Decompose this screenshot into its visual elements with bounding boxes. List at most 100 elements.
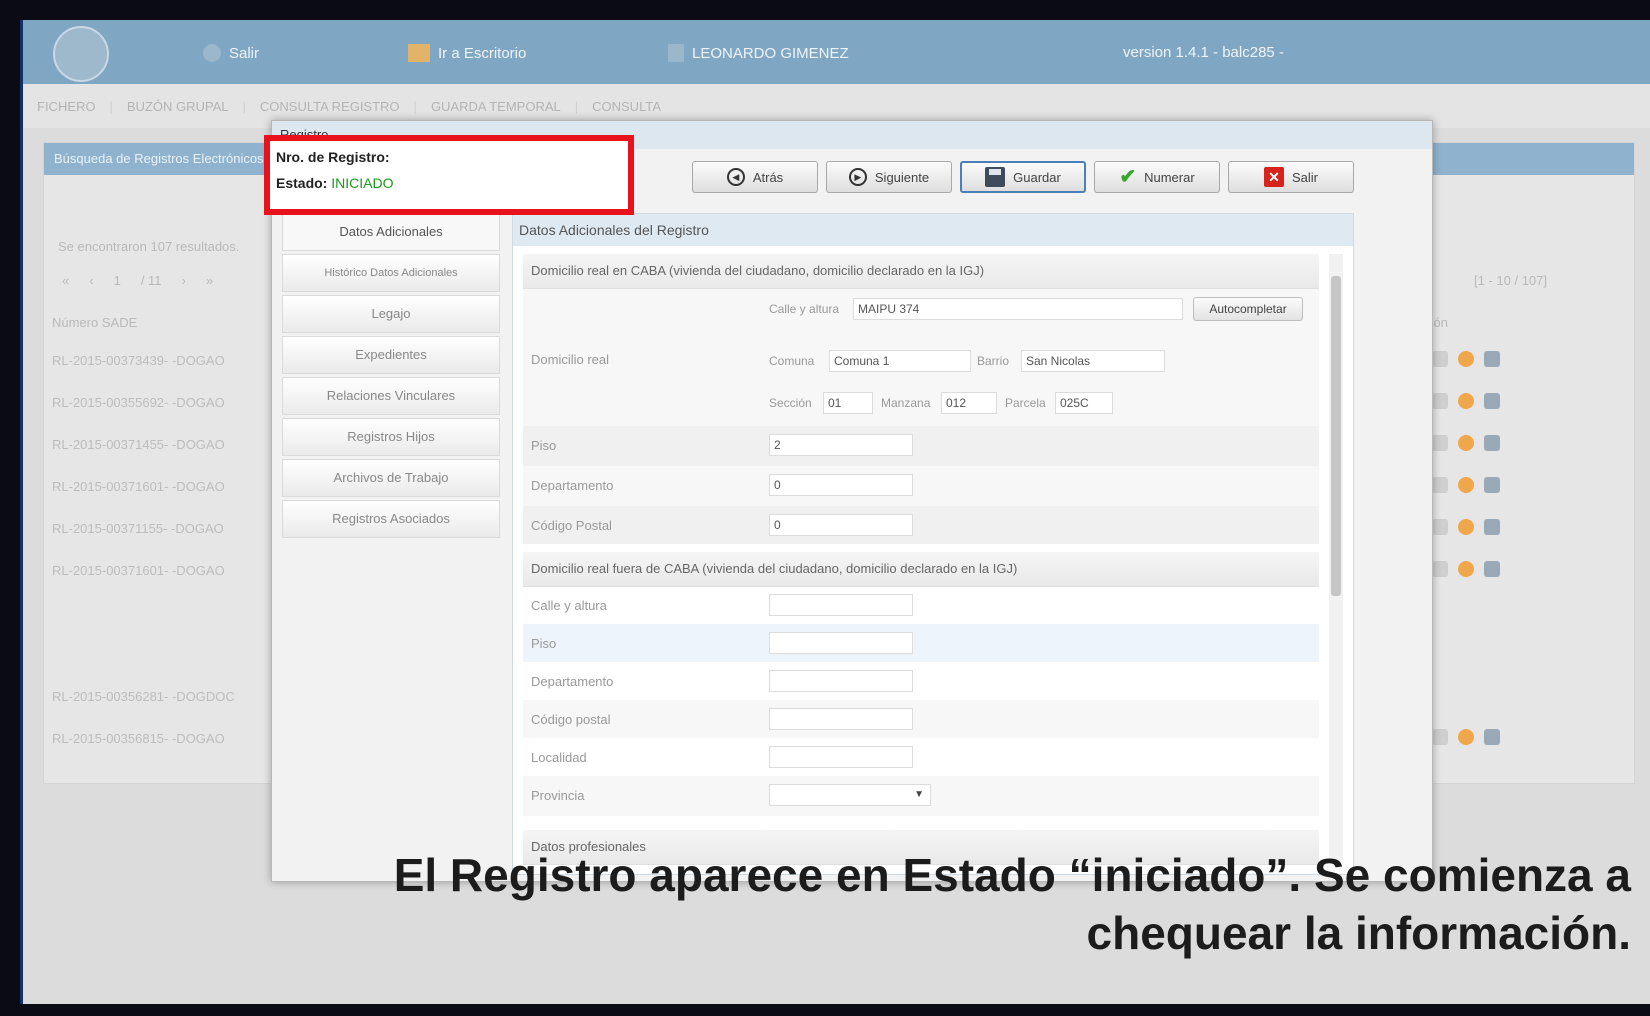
table-row[interactable]: RL-2015-00373439- -DOGAO [52,353,225,368]
caption-line-1: El Registro aparece en Estado “iniciado”… [393,849,1631,901]
link-icon[interactable] [1432,729,1448,745]
section-domicilio-caba: Domicilio real en CABA (vivienda del ciu… [523,254,1319,544]
link-icon[interactable] [1432,435,1448,451]
circle-icon[interactable] [1458,561,1474,577]
pager-next[interactable]: › [182,273,186,288]
menu-consulta[interactable]: CONSULTA [592,99,661,114]
provincia-row: Provincia ▼ [523,776,1319,816]
power-icon [203,44,221,62]
table-row[interactable]: RL-2015-00356281- -DOGDOC [52,689,235,704]
pager-last[interactable]: » [206,273,213,288]
pager-first[interactable]: « [62,273,69,288]
table-row[interactable]: RL-2015-00371601- -DOGAO [52,479,225,494]
scrollbar-thumb[interactable] [1331,276,1341,596]
piso-input[interactable]: 2 [769,434,913,456]
dialog-sidebar: Datos Adicionales Histórico Datos Adicio… [282,213,500,541]
codigo-postal-row: Código Postal 0 [523,506,1319,544]
siguiente-button[interactable]: ▶ Siguiente [826,161,952,193]
sign-icon[interactable] [1484,393,1500,409]
barrio-input[interactable]: San Nicolas [1021,350,1165,372]
results-range: [1 - 10 / 107] [1474,273,1547,288]
user-name: LEONARDO GIMENEZ [692,44,849,62]
departamento-fuera-label: Departamento [531,674,614,689]
circle-icon[interactable] [1458,435,1474,451]
nav-datos-adicionales[interactable]: Datos Adicionales [282,213,500,251]
col-numero-sade: Número SADE [52,315,138,330]
menu-fichero[interactable]: FICHERO [37,99,96,114]
datos-adicionales-panel: Datos Adicionales del Registro Domicilio… [512,213,1354,875]
salir-button[interactable]: ✕ Salir [1228,161,1354,193]
sign-icon[interactable] [1484,561,1500,577]
provincia-select[interactable]: ▼ [769,784,931,806]
calle-input[interactable]: MAIPU 374 [853,298,1183,320]
sign-icon[interactable] [1484,351,1500,367]
departamento-fuera-input[interactable] [769,670,913,692]
sign-icon[interactable] [1484,519,1500,535]
chevron-down-icon: ▼ [914,789,924,800]
app-logo [53,26,109,82]
pager-prev[interactable]: ‹ [89,273,93,288]
seccion-input[interactable]: 01 [823,392,873,414]
calle-fuera-input[interactable] [769,594,913,616]
nav-historico-datos[interactable]: Histórico Datos Adicionales [282,254,500,292]
circle-icon[interactable] [1458,729,1474,745]
parcela-input[interactable]: 025C [1055,392,1113,414]
content-scrollbar[interactable] [1329,254,1343,860]
autocompletar-button[interactable]: Autocompletar [1193,297,1303,321]
nav-archivos-trabajo[interactable]: Archivos de Trabajo [282,459,500,497]
dialog-toolbar: ◀ Atrás ▶ Siguiente Guardar ✔ Numerar ✕ … [692,161,1354,193]
nav-registros-asociados[interactable]: Registros Asociados [282,500,500,538]
top-bar: Salir Ir a Escritorio LEONARDO GIMENEZ v… [23,20,1650,84]
departamento-input[interactable]: 0 [769,474,913,496]
pager: « ‹ 1 / 11 › » [62,273,213,288]
sign-icon[interactable] [1484,477,1500,493]
departamento-label: Departamento [531,478,614,493]
circle-icon[interactable] [1458,519,1474,535]
escritorio-link[interactable]: Ir a Escritorio [408,44,526,62]
circle-icon[interactable] [1458,351,1474,367]
nav-registros-hijos[interactable]: Registros Hijos [282,418,500,456]
table-row[interactable]: RL-2015-00371601- -DOGAO [52,563,225,578]
link-icon[interactable] [1432,351,1448,367]
table-row[interactable]: RL-2015-00356815- -DOGAO [52,731,225,746]
manzana-label: Manzana [881,396,931,410]
table-row[interactable]: RL-2015-00371155- -DOGAO [52,521,224,536]
sign-icon[interactable] [1484,729,1500,745]
numerar-label: Numerar [1144,169,1195,185]
section-domicilio-fuera-caba: Domicilio real fuera de CABA (vivienda d… [523,552,1319,822]
circle-icon[interactable] [1458,393,1474,409]
pager-page[interactable]: 1 [114,273,121,288]
link-icon[interactable] [1432,561,1448,577]
piso-fuera-input[interactable] [769,632,913,654]
sign-icon[interactable] [1484,435,1500,451]
link-icon[interactable] [1432,393,1448,409]
circle-icon[interactable] [1458,477,1474,493]
departamento-fuera-row: Departamento [523,662,1319,700]
salir-btn-label: Salir [1291,169,1318,185]
nav-relaciones-vinculares[interactable]: Relaciones Vinculares [282,377,500,415]
domicilio-real-label: Domicilio real [531,352,610,367]
cp-fuera-input[interactable] [769,708,913,730]
nav-expedientes[interactable]: Expedientes [282,336,500,374]
calle-label: Calle y altura [769,302,840,316]
user-info: LEONARDO GIMENEZ [668,44,849,62]
codigo-postal-input[interactable]: 0 [769,514,913,536]
link-icon[interactable] [1432,477,1448,493]
atras-button[interactable]: ◀ Atrás [692,161,818,193]
comuna-input[interactable]: Comuna 1 [829,350,971,372]
manzana-input[interactable]: 012 [941,392,997,414]
table-row[interactable]: RL-2015-00371455- -DOGAO [52,437,225,452]
nav-legajo[interactable]: Legajo [282,295,500,333]
link-icon[interactable] [1432,519,1448,535]
menu-consulta-registro[interactable]: CONSULTA REGISTRO [260,99,400,114]
menu-guarda-temporal[interactable]: GUARDA TEMPORAL [431,99,561,114]
localidad-input[interactable] [769,746,913,768]
codigo-postal-label: Código Postal [531,518,612,533]
atras-label: Atrás [752,169,784,185]
numerar-button[interactable]: ✔ Numerar [1094,161,1220,193]
menu-buzon-grupal[interactable]: BUZÓN GRUPAL [127,99,229,114]
table-row[interactable]: RL-2015-00355692- -DOGAO [52,395,225,410]
salir-link[interactable]: Salir [203,44,259,62]
user-icon [668,44,684,62]
guardar-button[interactable]: Guardar [960,161,1086,193]
